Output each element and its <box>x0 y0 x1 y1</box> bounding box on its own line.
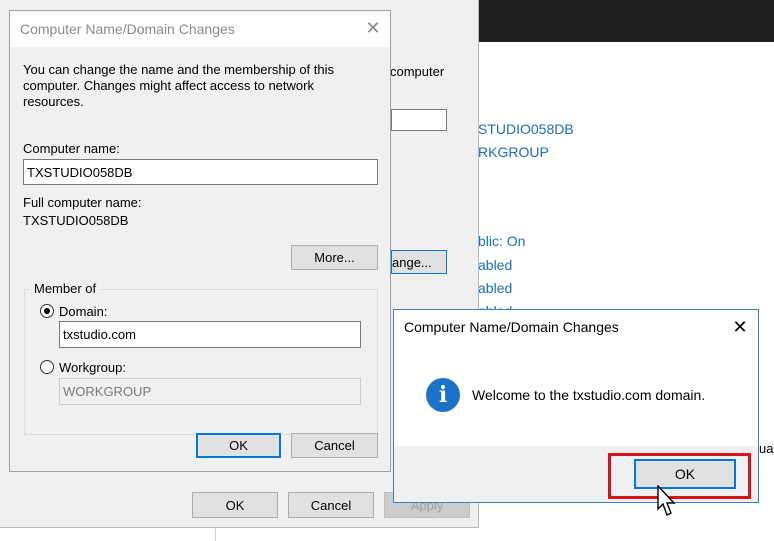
bg-remote-desktop-link[interactable]: abled <box>478 280 512 296</box>
workgroup-input: WORKGROUP <box>59 378 361 405</box>
welcome-dialog-titlebar[interactable]: Computer Name/Domain Changes ✕ <box>394 310 758 346</box>
domain-cancel-label: Cancel <box>314 438 355 453</box>
sysprops-cancel-button[interactable]: Cancel <box>288 492 374 518</box>
computer-name-input[interactable]: TXSTUDIO058DB <box>23 159 378 185</box>
computer-name-label: Computer name: <box>23 141 120 156</box>
domain-ok-label: OK <box>229 438 248 453</box>
domain-radio[interactable] <box>40 304 54 318</box>
domain-dialog-titlebar[interactable]: Computer Name/Domain Changes ✕ <box>10 11 390 47</box>
sysprops-ok-label: OK <box>225 497 245 513</box>
domain-label: Domain: <box>59 304 108 319</box>
highlight-box <box>608 453 751 499</box>
bg-computer-name-link[interactable]: STUDIO058DB <box>478 121 574 137</box>
change-button[interactable]: ange... <box>391 250 447 274</box>
domain-cancel-button[interactable]: Cancel <box>291 433 378 458</box>
workgroup-radio[interactable] <box>40 360 54 374</box>
radio-selected-dot <box>44 308 50 314</box>
sysprops-partial-label: computer <box>390 64 445 79</box>
bg-remote-mgmt-link[interactable]: abled <box>478 257 512 273</box>
domain-ok-button[interactable]: OK <box>196 433 281 458</box>
domain-value: txstudio.com <box>63 327 136 342</box>
bg-workgroup-link[interactable]: RKGROUP <box>478 144 549 160</box>
domain-changes-dialog: Computer Name/Domain Changes ✕ You can c… <box>9 10 391 472</box>
change-button-label: ange... <box>392 254 432 270</box>
sysprops-partial-field <box>391 109 447 131</box>
member-of-label: Member of <box>31 281 100 296</box>
close-icon[interactable]: ✕ <box>730 317 750 337</box>
more-button[interactable]: More... <box>291 245 378 270</box>
taskbar-dark-region <box>478 0 774 42</box>
workgroup-value: WORKGROUP <box>63 384 152 399</box>
bg-firewall-link[interactable]: blic: On <box>478 233 525 249</box>
close-icon[interactable]: ✕ <box>362 17 384 39</box>
more-button-label: More... <box>314 250 355 265</box>
domain-input[interactable]: txstudio.com <box>59 321 361 348</box>
workgroup-label: Workgroup: <box>59 360 126 375</box>
bg-partial-text: ua <box>759 441 774 456</box>
sysprops-cancel-label: Cancel <box>310 497 352 513</box>
welcome-message: Welcome to the txstudio.com domain. <box>472 387 706 403</box>
computer-name-value: TXSTUDIO058DB <box>27 164 133 180</box>
info-icon: i <box>426 378 460 412</box>
domain-dialog-title: Computer Name/Domain Changes <box>20 21 235 37</box>
sysprops-ok-button[interactable]: OK <box>192 492 278 518</box>
full-computer-name-value: TXSTUDIO058DB <box>23 213 129 228</box>
full-computer-name-label: Full computer name: <box>23 195 142 210</box>
domain-dialog-description: You can change the name and the membersh… <box>23 62 335 109</box>
welcome-dialog-title: Computer Name/Domain Changes <box>404 319 619 335</box>
mouse-cursor-icon <box>657 485 676 516</box>
